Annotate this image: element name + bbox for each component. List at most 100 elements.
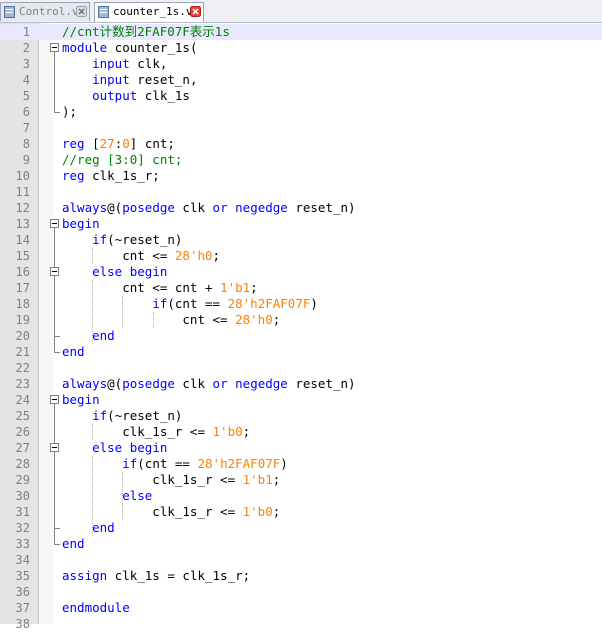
line-number: 23 xyxy=(15,377,30,391)
fold-toggle[interactable] xyxy=(50,219,59,228)
close-icon[interactable] xyxy=(190,6,201,17)
line-number: 8 xyxy=(22,137,30,151)
code-line[interactable]: 13 begin xyxy=(0,216,602,232)
line-number: 15 xyxy=(15,249,30,263)
line-number: 3 xyxy=(22,57,30,71)
code-line[interactable]: 2 module counter_1s( xyxy=(0,40,602,56)
fold-line xyxy=(54,452,55,528)
line-number: 16 xyxy=(15,265,30,279)
code-line[interactable]: 29 clk_1s_r <= 1'b1; xyxy=(0,472,602,488)
code-text: input clk, xyxy=(92,56,168,71)
fold-line xyxy=(54,52,55,112)
code-line[interactable]: 25 if(~reset_n) xyxy=(0,408,602,424)
line-number: 14 xyxy=(15,233,30,247)
line-number: 22 xyxy=(15,361,30,375)
code-line[interactable]: 22 xyxy=(0,360,602,376)
fold-line xyxy=(54,276,55,336)
code-line[interactable]: 6); xyxy=(0,104,602,120)
fold-toggle[interactable] xyxy=(50,43,59,52)
fold-end xyxy=(54,528,60,529)
code-line[interactable]: 16 else begin xyxy=(0,264,602,280)
tab-counter-1s-v[interactable]: counter_1s.v xyxy=(94,2,204,22)
code-line[interactable]: 23 always@(posedge clk or negedge reset_n… xyxy=(0,376,602,392)
code-line[interactable]: 19 cnt <= 28'h0; xyxy=(0,312,602,328)
code-text: //reg [3:0] cnt; xyxy=(62,152,183,167)
code-line[interactable]: 10 reg clk_1s_r; xyxy=(0,168,602,184)
fold-toggle[interactable] xyxy=(50,443,59,452)
indent-guide xyxy=(152,312,154,328)
line-number: 34 xyxy=(15,553,30,567)
code-line[interactable]: 26 clk_1s_r <= 1'b0; xyxy=(0,424,602,440)
fold-end xyxy=(54,544,60,545)
indent-guide xyxy=(122,504,124,520)
code-line[interactable]: 9 //reg [3:0] cnt; xyxy=(0,152,602,168)
code-line[interactable]: 1 //cnt计数到2FAF07F表示1s xyxy=(0,24,602,40)
code-line[interactable]: 12 always@(posedge clk or negedge reset_n… xyxy=(0,200,602,216)
line-number: 1 xyxy=(22,25,30,39)
fold-end xyxy=(54,352,60,353)
code-text: always@(posedge clk or negedge reset_n) xyxy=(62,200,356,215)
line-number: 18 xyxy=(15,297,30,311)
line-number: 36 xyxy=(15,585,30,599)
code-line[interactable]: 36 xyxy=(0,584,602,600)
code-line[interactable]: 8 reg [27:0] cnt; xyxy=(0,136,602,152)
code-line[interactable]: 38 xyxy=(0,616,602,632)
code-text: assign clk_1s = clk_1s_r; xyxy=(62,568,251,583)
code-line[interactable]: 37 endmodule xyxy=(0,600,602,616)
code-text: else begin xyxy=(92,440,168,455)
code-text: else xyxy=(122,488,153,503)
code-line[interactable]: 14 if(~reset_n) xyxy=(0,232,602,248)
code-text: clk_1s_r <= 1'b0; xyxy=(62,424,251,439)
code-line[interactable]: 33 end xyxy=(0,536,602,552)
code-line[interactable]: 11 xyxy=(0,184,602,200)
file-icon xyxy=(98,6,109,18)
line-number: 7 xyxy=(22,121,30,135)
code-line[interactable]: 28 if(cnt == 28'h2FAF07F) xyxy=(0,456,602,472)
code-text: if(~reset_n) xyxy=(92,408,183,423)
code-line[interactable]: 21 end xyxy=(0,344,602,360)
code-text: end xyxy=(62,344,85,359)
code-line[interactable]: 24 begin xyxy=(0,392,602,408)
line-number: 21 xyxy=(15,345,30,359)
code-text: ); xyxy=(62,104,78,119)
tab-control-v[interactable]: Control.v xyxy=(0,2,90,21)
fold-end xyxy=(54,336,60,337)
fold-toggle[interactable] xyxy=(50,395,59,404)
line-number: 20 xyxy=(15,329,30,343)
line-number: 35 xyxy=(15,569,30,583)
code-text: end xyxy=(62,536,85,551)
code-text: module counter_1s( xyxy=(62,40,198,55)
code-text: begin xyxy=(62,216,100,231)
line-number: 4 xyxy=(22,73,30,87)
code-line[interactable]: 31 clk_1s_r <= 1'b0; xyxy=(0,504,602,520)
line-number: 24 xyxy=(15,393,30,407)
code-line[interactable]: 3 input clk, xyxy=(0,56,602,72)
code-line[interactable]: 32 end xyxy=(0,520,602,536)
close-icon[interactable] xyxy=(76,6,87,17)
code-text: if(~reset_n) xyxy=(92,232,183,247)
code-text: clk_1s_r <= 1'b1; xyxy=(62,472,281,487)
code-text: clk_1s_r <= 1'b0; xyxy=(62,504,281,519)
code-line[interactable]: 34 xyxy=(0,552,602,568)
code-line[interactable]: 30 else xyxy=(0,488,602,504)
code-line[interactable]: 27 else begin xyxy=(0,440,602,456)
indent-guide xyxy=(122,296,124,328)
code-editor[interactable]: 1//cnt计数到2FAF07F表示1s 2 module counter_1s(3… xyxy=(0,23,602,631)
line-number: 30 xyxy=(15,489,30,503)
code-text: end xyxy=(92,328,115,343)
code-line[interactable]: 5 output clk_1s xyxy=(0,88,602,104)
code-line[interactable]: 7 xyxy=(0,120,602,136)
indent-guide xyxy=(92,424,94,440)
line-number: 32 xyxy=(15,521,30,535)
code-line[interactable]: 35 assign clk_1s = clk_1s_r; xyxy=(0,568,602,584)
code-text: cnt <= 28'h0; xyxy=(62,312,281,327)
code-line[interactable]: 17 cnt <= cnt + 1'b1; xyxy=(0,280,602,296)
code-line[interactable]: 20 end xyxy=(0,328,602,344)
code-line[interactable]: 4 input reset_n, xyxy=(0,72,602,88)
fold-toggle[interactable] xyxy=(50,267,59,276)
code-text: always@(posedge clk or negedge reset_n) xyxy=(62,376,356,391)
code-line[interactable]: 18 if(cnt == 28'h2FAF07F) xyxy=(0,296,602,312)
line-number: 5 xyxy=(22,89,30,103)
code-line[interactable]: 15 cnt <= 28'h0; xyxy=(0,248,602,264)
line-number: 28 xyxy=(15,457,30,471)
